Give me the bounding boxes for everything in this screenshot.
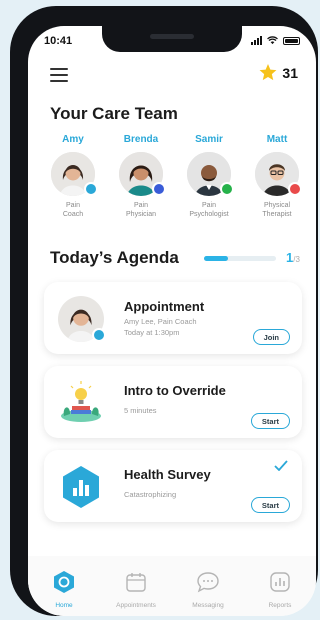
member-role: Pain Coach [62,202,84,218]
wifi-icon [267,36,278,45]
agenda-card-health-survey[interactable]: Health Survey Catastrophizing Start [44,450,302,522]
care-team-member-amy[interactable]: Amy Pain Coach [40,134,106,219]
badge-stethoscope-icon [152,182,166,196]
agenda-title: Today’s Agenda [50,248,179,267]
agenda-progress-fill [204,256,228,261]
agenda-card-intro-to-override[interactable]: Intro to Override 5 minutes Start [44,366,302,438]
avatar [119,152,166,196]
care-team-member-brenda[interactable]: Brenda Pain Physician [108,134,174,219]
signal-icon [251,36,262,45]
avatar [51,152,98,196]
member-role: Pain Psychologist [189,202,229,218]
agenda-card-appointment[interactable]: Appointment Amy Lee, Pain Coach Today at… [44,282,302,354]
calendar-icon [126,573,146,592]
member-name: Matt [266,134,288,145]
tab-label: Reports [268,602,292,609]
tab-label: Messaging [192,602,224,609]
member-role: Pain Physician [126,202,156,218]
care-team-title: Your Care Team [50,104,178,123]
card-title: Health Survey [124,467,211,482]
battery-icon [283,36,300,45]
card-duration: 5 minutes [124,406,157,415]
card-title: Intro to Override [124,383,226,398]
care-team-member-samir[interactable]: Samir Pain Psychologist [176,134,242,219]
card-title: Appointment [124,299,205,314]
app-screen: 10:41 31 Your Care Team Amy Pain Coach B… [28,26,316,616]
lightbulb-illustration-icon [61,381,101,422]
member-name: Samir [195,134,223,145]
star-icon [259,64,277,81]
badge-dumbbell-icon [288,182,302,196]
badge-coach-icon [84,182,98,196]
tab-label: Appointments [116,602,156,609]
survey-chart-icon [63,466,99,508]
badge-cloud-icon [220,182,234,196]
status-time: 10:41 [44,35,73,47]
coach-avatar [58,296,106,342]
care-team-list: Amy Pain Coach Brenda Pain Physician Samir [40,134,310,219]
avatar [255,152,302,196]
menu-button[interactable] [50,68,68,82]
chat-icon [197,572,219,593]
notch [102,26,242,52]
speaker [150,34,194,39]
start-button[interactable]: Start [250,413,290,429]
badge-coach-icon [92,328,106,342]
star-points[interactable]: 31 [259,64,298,81]
member-role: Physical Therapist [262,202,292,218]
bottom-tab-bar: Home Appointments Messaging Reports [28,556,316,616]
card-subtitle: Amy Lee, Pain Coach [124,317,197,326]
member-name: Brenda [123,134,159,145]
home-icon [54,571,74,593]
tab-messaging[interactable]: Messaging [178,570,238,609]
tab-appointments[interactable]: Appointments [106,570,166,609]
phone-frame: 10:41 31 Your Care Team Amy Pain Coach B… [10,6,318,616]
tab-reports[interactable]: Reports [250,570,310,609]
agenda-progress-label: 1/3 [286,250,300,265]
agenda-progress-bar [204,256,276,261]
status-icons [251,36,300,45]
tab-label: Home [55,602,73,609]
card-time: Today at 1:30pm [124,328,180,337]
tab-home[interactable]: Home [34,570,94,609]
card-subtitle: Catastrophizing [124,490,177,499]
checkmark-icon [274,460,288,471]
start-button[interactable]: Start [250,497,290,513]
care-team-member-matt[interactable]: Matt Physical Therapist [244,134,310,219]
chart-icon [270,572,290,592]
star-count: 31 [282,64,298,81]
join-button[interactable]: Join [252,329,290,345]
member-name: Amy [62,134,84,145]
avatar [187,152,234,196]
